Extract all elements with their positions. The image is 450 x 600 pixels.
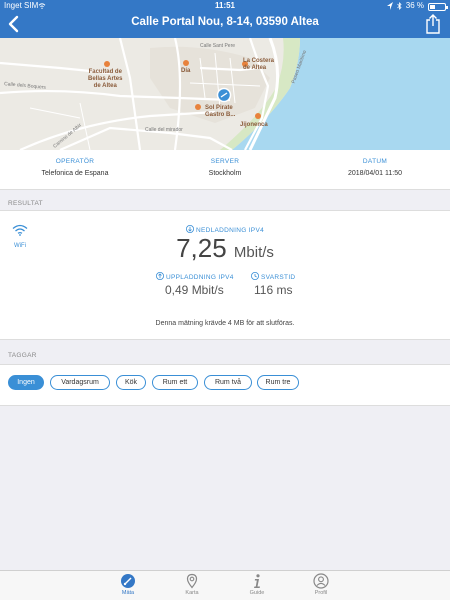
upload-arrow-icon (156, 272, 164, 280)
tab-label: Profil (314, 590, 328, 596)
tag-rum-tva[interactable]: Rum två (204, 375, 252, 390)
map-street-label: Calle del mirador (145, 127, 183, 133)
battery-percent: 36 % (405, 1, 424, 10)
tab-guide[interactable]: Guide (237, 573, 277, 596)
download-speed: 7,25 Mbit/s (0, 233, 450, 264)
upload-value: 0,49 Mbit/s (165, 283, 224, 297)
speedometer-icon (121, 574, 135, 588)
tag-ingen[interactable]: Ingen (8, 375, 44, 390)
operator-label: OPERATÖR (55, 158, 95, 165)
map-poi-castera[interactable]: La Costera de Altea (243, 58, 274, 72)
info-icon (254, 574, 260, 588)
upload-heading: UPPLADDNING IPV4 (156, 272, 234, 281)
tab-label: Karta (185, 590, 199, 596)
map-street-label: Calle Sant Pere (200, 43, 236, 49)
upload-label: UPPLADDNING IPV4 (166, 274, 234, 281)
map-poi-pirate[interactable]: Sol Pirate Gastro B... (205, 105, 235, 119)
map-poi-dia[interactable]: Día (181, 68, 190, 75)
battery-icon (428, 2, 448, 11)
date-label: DATUM (362, 158, 388, 165)
date-column: DATUM 2018/04/01 11:50 (300, 158, 450, 177)
tag-list: Ingen Vardagsrum Kök Rum ett Rum två Rum… (0, 364, 450, 406)
tab-profil[interactable]: Profil (301, 573, 341, 596)
server-label: SERVER (210, 158, 240, 165)
map-poi-faculty[interactable]: Facultad de Bellas Artes de Altea (88, 69, 122, 90)
status-bar: Inget SIM 11:51 36 % (0, 0, 450, 12)
server-value: Stockholm (208, 170, 242, 177)
map-pin-icon (186, 573, 198, 589)
map-poi-jijonenca[interactable]: Jijonenca (240, 122, 268, 129)
tab-label: Guide (249, 590, 265, 596)
server-column: SERVER Stockholm (150, 158, 300, 177)
page-title: Calle Portal Nou, 8-14, 03590 Altea (131, 16, 319, 28)
tag-rum-tre[interactable]: Rum tre (257, 375, 299, 390)
latency-heading: SVARSTID (251, 272, 295, 281)
tab-label: Mäta (121, 590, 135, 596)
measurement-info: OPERATÖR Telefonica de Espana SERVER Sto… (0, 150, 450, 190)
location-arrow-icon (386, 2, 393, 10)
download-value: 7,25 (176, 233, 227, 263)
location-map[interactable]: Facultad de Bellas Artes de Altea La Coste… (0, 38, 450, 150)
download-unit: Mbit/s (233, 244, 274, 261)
clock-icon (251, 272, 259, 280)
tags-section-label: TAGGAR (8, 352, 37, 359)
tag-kok[interactable]: Kök (116, 375, 146, 390)
status-right: 36 % (386, 0, 448, 12)
profile-icon (313, 573, 329, 589)
tab-bar: Mäta Karta Guide Profil (0, 570, 450, 600)
latency-value: 116 ms (254, 283, 293, 297)
share-icon[interactable] (424, 13, 442, 35)
tag-rum-ett[interactable]: Rum ett (152, 375, 198, 390)
bluetooth-icon (396, 2, 402, 10)
tab-mata[interactable]: Mäta (108, 573, 148, 596)
latency-label: SVARSTID (261, 274, 296, 281)
result-card: WiFi NEDLADDNING IPV4 7,25 Mbit/s UPPLAD… (0, 210, 450, 340)
tab-karta[interactable]: Karta (172, 573, 212, 596)
result-section-label: RESULTAT (8, 200, 43, 207)
navigation-bar: Inget SIM 11:51 36 % Calle Portal Nou, 8… (0, 0, 450, 38)
data-usage-note: Denna mätning krävde 4 MB för att slutfö… (155, 320, 295, 327)
tag-vardagsrum[interactable]: Vardagsrum (50, 375, 110, 390)
operator-value: Telefonica de Espana (41, 170, 109, 177)
operator-column: OPERATÖR Telefonica de Espana (0, 158, 150, 177)
download-arrow-icon (185, 225, 194, 233)
clock: 11:51 (214, 1, 236, 10)
back-chevron-icon[interactable] (6, 14, 22, 34)
date-value: 2018/04/01 11:50 (348, 170, 402, 177)
